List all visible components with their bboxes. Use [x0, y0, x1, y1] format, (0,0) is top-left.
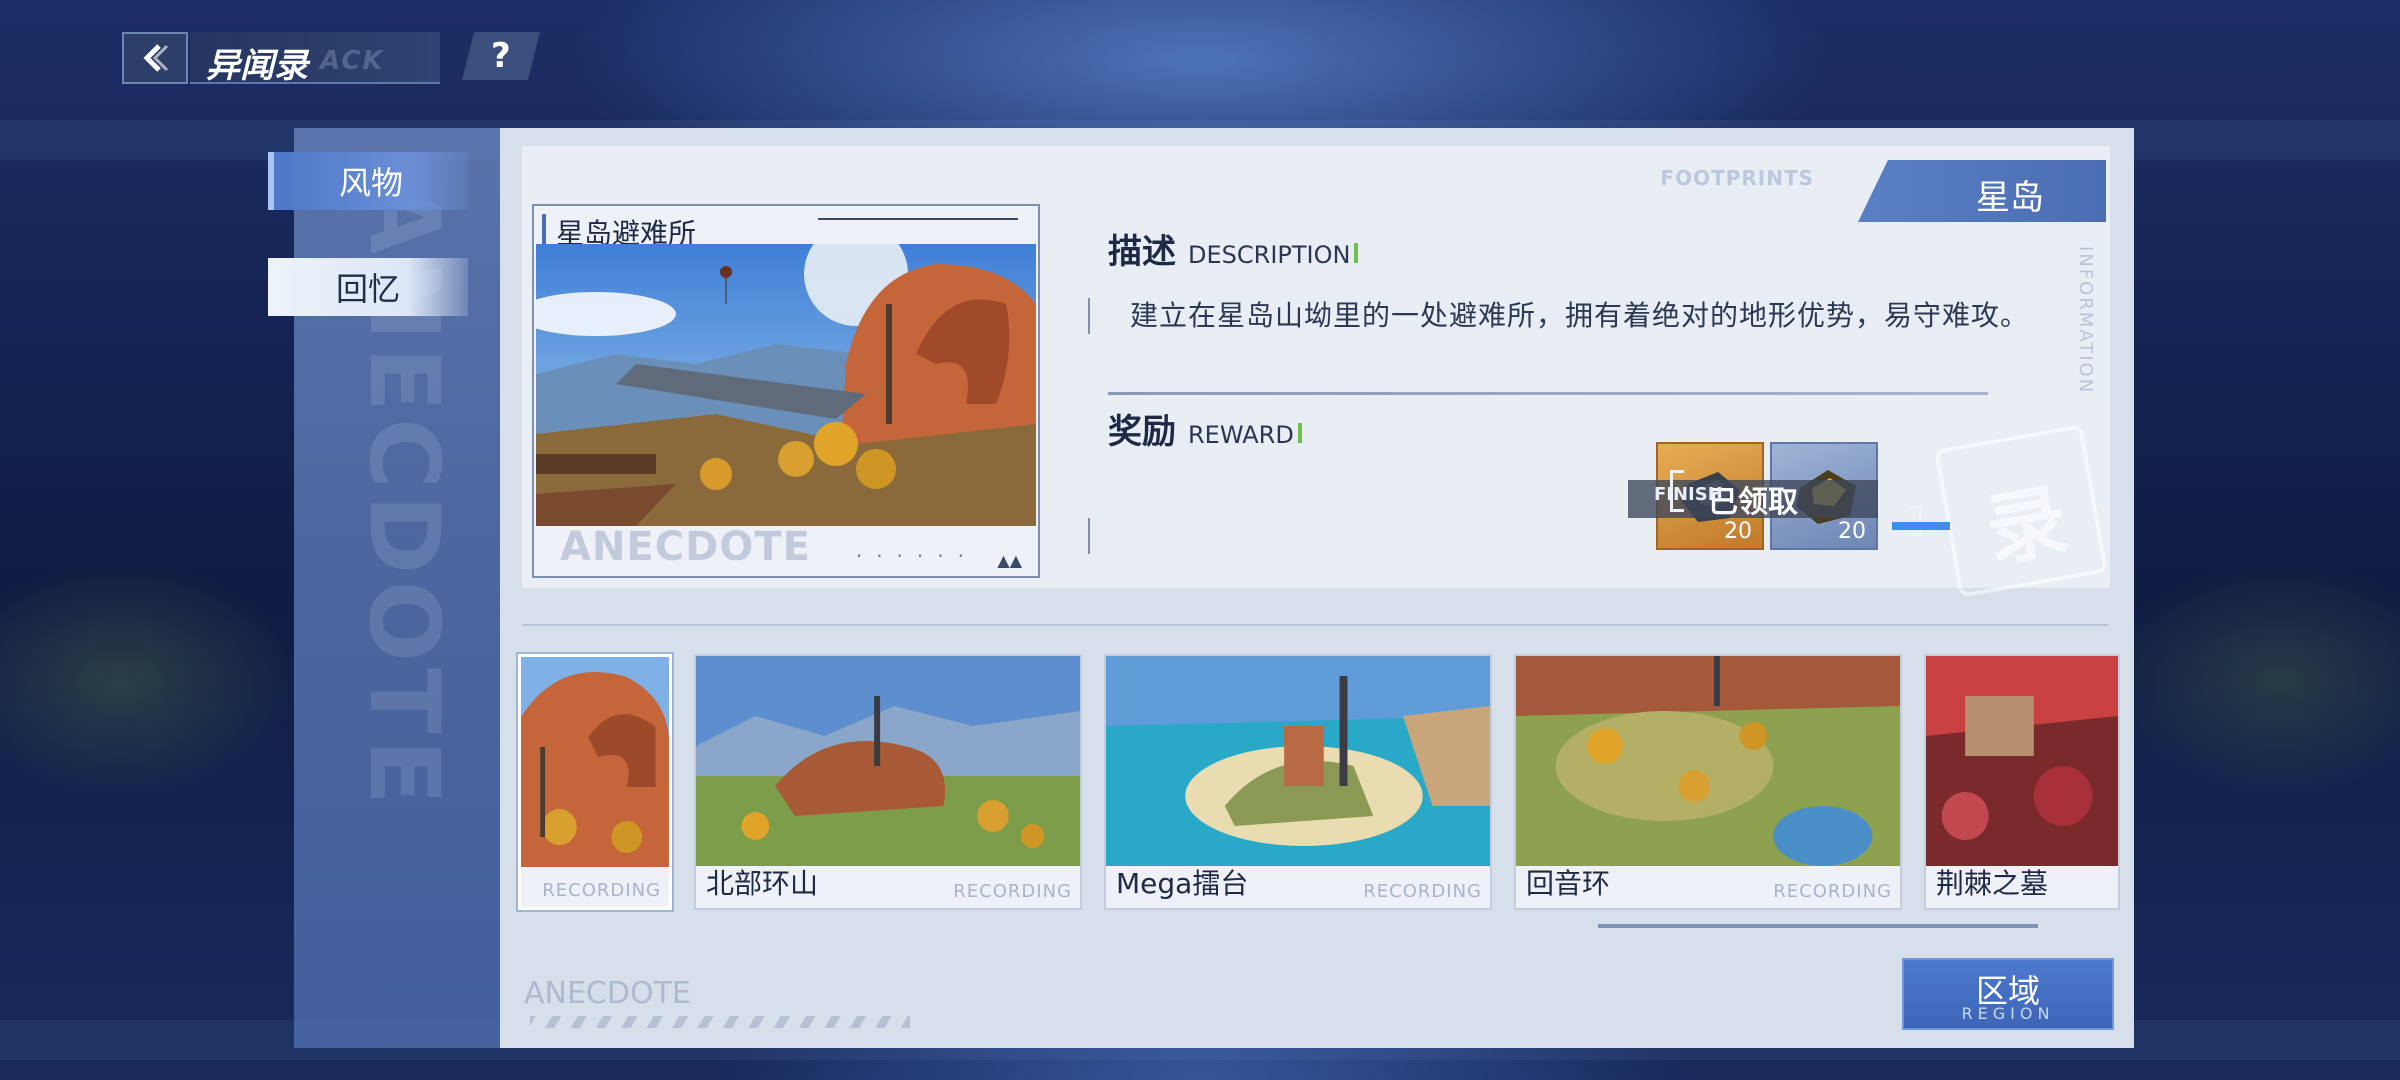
- claimed-bracket: [1670, 470, 1684, 512]
- page-title-box: ACK 异闻录: [190, 32, 440, 86]
- seal-glyph: 录: [1979, 473, 2075, 579]
- seal-watermark: 录: [1934, 424, 2108, 598]
- description-bar: [1088, 298, 1090, 334]
- preview-divider: [818, 218, 1018, 220]
- footprints-watermark: FOOTPRINTS: [1660, 166, 1814, 190]
- description-text: 建立在星岛山坳里的一处避难所，拥有着绝对的地形优势，易守难攻。: [1130, 299, 2030, 332]
- page-title: 异闻录: [206, 46, 308, 86]
- location-thumbnail[interactable]: Mega擂台 RECORDING: [1104, 654, 1492, 910]
- thumbnail-scrollbar[interactable]: [1598, 924, 2038, 928]
- recording-label: RECORDING: [953, 881, 1072, 902]
- description-heading-en: DESCRIPTION: [1188, 241, 1351, 269]
- reward-count: 20: [1838, 519, 1866, 544]
- region-button[interactable]: 区域 REGION: [1902, 958, 2114, 1030]
- thumbnail-label: 北部环山: [706, 867, 819, 900]
- reward-count: 20: [1724, 519, 1752, 544]
- reward-heading: 奖励 REWARD: [1108, 404, 1302, 453]
- location-thumbnail[interactable]: 回音环 RECORDING: [1514, 654, 1902, 910]
- title-ghost-text: ACK: [320, 46, 385, 76]
- recording-label: RECORDING: [542, 880, 661, 901]
- location-thumbnail-image: [1516, 656, 1900, 866]
- preview-triangles: ▲▲: [997, 551, 1022, 570]
- location-thumbnail-image: [696, 656, 1080, 866]
- back-arrow-icon: [143, 44, 169, 72]
- reward-heading-cn: 奖励: [1108, 412, 1176, 452]
- sidebar-tab-label: 风物: [338, 164, 403, 202]
- thumbnail-strip-divider: [522, 624, 2108, 626]
- location-thumbnail[interactable]: 北部环山 RECORDING: [694, 654, 1082, 910]
- background-glow: [2100, 560, 2400, 800]
- section-divider: [1108, 392, 1988, 395]
- location-thumbnail[interactable]: 荆棘之墓: [1924, 654, 2120, 910]
- main-panel: FOOTPRINTS 星岛 INFORMATION 星岛避难所 ANECDOTE…: [500, 128, 2134, 1048]
- back-button[interactable]: [122, 32, 188, 84]
- reward-bar: [1088, 518, 1090, 554]
- region-tag: 星岛: [1858, 160, 2106, 222]
- sidebar-tab-memory[interactable]: 回忆: [268, 258, 468, 316]
- recording-label: RECORDING: [1363, 881, 1482, 902]
- footer-watermark: ANECDOTE: [524, 976, 691, 1011]
- preview-dots: ......: [855, 538, 978, 562]
- thumbnail-label: Mega擂台: [1116, 867, 1249, 900]
- finish-label: FINISH: [1654, 484, 1723, 505]
- claimed-bracket: [1908, 506, 1922, 536]
- thumbnail-label: 回音环: [1526, 867, 1611, 900]
- location-thumbnail-image: [1106, 656, 1490, 866]
- sidebar-tab-scenery[interactable]: 风物: [268, 152, 468, 210]
- footer-hatch: [530, 1016, 910, 1028]
- information-watermark: INFORMATION: [2075, 246, 2096, 395]
- thumbnail-label: 荆棘之墓: [1936, 867, 2049, 900]
- region-button-sublabel: REGION: [1961, 1004, 2055, 1023]
- location-preview: 星岛避难所 ANECDOTE ...... ▲▲: [532, 204, 1040, 578]
- description-heading-cn: 描述: [1108, 232, 1176, 272]
- preview-watermark: ANECDOTE: [560, 524, 811, 570]
- heading-marker: [1297, 423, 1302, 443]
- preview-title-marker: [542, 214, 546, 244]
- recording-label: RECORDING: [1773, 881, 1892, 902]
- help-icon: ?: [491, 36, 511, 76]
- heading-marker: [1354, 243, 1359, 263]
- claimed-indicator: [1892, 522, 1950, 530]
- location-thumbnail[interactable]: RECORDING: [518, 654, 672, 910]
- sidebar-tab-label: 回忆: [335, 270, 400, 308]
- region-tag-label: 星岛: [1976, 178, 2044, 218]
- reward-heading-en: REWARD: [1188, 421, 1294, 449]
- background-glow: [0, 560, 300, 800]
- location-thumbnail-image: [521, 657, 669, 867]
- location-image: [536, 244, 1036, 526]
- help-button[interactable]: ?: [462, 32, 540, 80]
- location-thumbnail-image: [1926, 656, 2118, 866]
- description-heading: 描述 DESCRIPTION: [1108, 224, 1359, 273]
- info-card: FOOTPRINTS 星岛 INFORMATION 星岛避难所 ANECDOTE…: [522, 146, 2110, 598]
